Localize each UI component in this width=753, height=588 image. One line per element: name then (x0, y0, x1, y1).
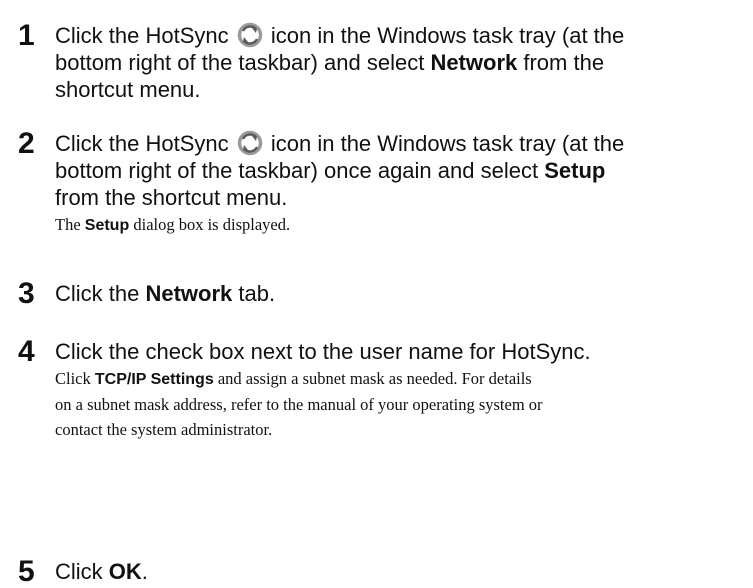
step-text: Click OK. (55, 559, 148, 584)
step-number: 5 (18, 555, 35, 588)
step-note: The Setup dialog box is displayed. (55, 215, 291, 234)
step-note: Click TCP/IP Settings and assign a subne… (55, 369, 543, 439)
hotsync-icon (237, 130, 262, 156)
step-text: Click the HotSync icon in the Windows ta… (55, 130, 625, 210)
step-number: 4 (18, 335, 35, 368)
step-text: Click the check box next to the user nam… (55, 339, 591, 364)
step-number: 2 (18, 127, 35, 160)
step-text: Click the HotSync icon in the Windows ta… (55, 22, 625, 102)
hotsync-icon (237, 22, 262, 48)
step-number: 1 (18, 19, 35, 52)
step-text: Click the Network tab. (55, 281, 276, 306)
step-number: 3 (18, 277, 35, 310)
